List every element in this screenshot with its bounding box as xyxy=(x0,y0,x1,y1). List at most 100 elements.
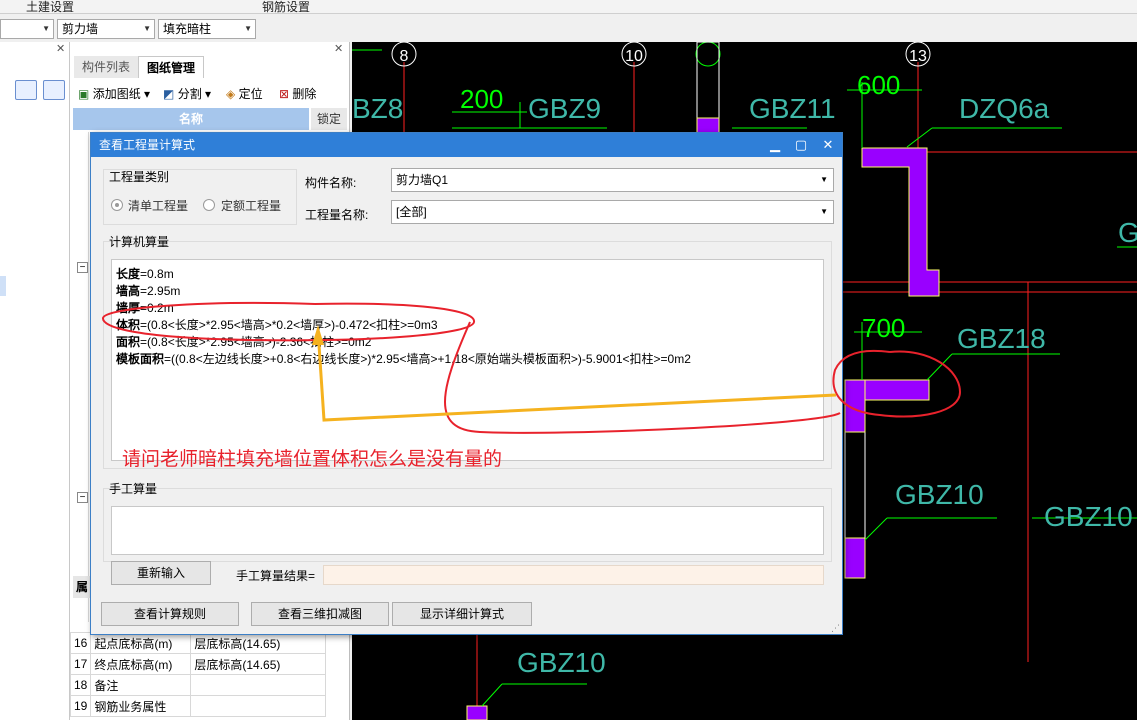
computer-calc-label: 计算机算量 xyxy=(109,235,170,249)
dim-text: 600 xyxy=(857,70,900,100)
add-drawing-button[interactable]: ▣ 添加图纸 ▾ xyxy=(78,84,150,104)
manual-result-field[interactable] xyxy=(323,565,824,585)
close-icon[interactable]: ✕ xyxy=(56,42,65,55)
chevron-down-icon: ▼ xyxy=(820,175,828,184)
wall-segment xyxy=(844,537,866,579)
formula-key: 体积 xyxy=(116,318,141,332)
formula-text-area[interactable]: 长度=0.8m 墙高=2.95m 墙厚=0.2m 体积=(0.8<长度>*2.95<墙… xyxy=(111,259,824,461)
property-row[interactable]: 19 钢筋业务属性 xyxy=(69,695,327,717)
dialog-title[interactable]: 查看工程量计算式 xyxy=(91,133,842,157)
dim-text: 700 xyxy=(862,313,905,343)
add-icon: ▣ xyxy=(78,87,90,101)
maximize-icon[interactable]: ▢ xyxy=(789,133,813,157)
property-name: 备注 xyxy=(90,674,192,696)
locate-button[interactable]: ◈ 定位 xyxy=(226,84,263,104)
view-3d-deduction-button[interactable]: 查看三维扣减图 xyxy=(251,602,389,626)
dim-line xyxy=(864,517,888,541)
split-button[interactable]: ◩ 分割 ▾ xyxy=(163,84,211,104)
formula-value: =((0.8<左边线长度>+0.8<右边线长度>)*2.95<墙高>+1.18<… xyxy=(164,352,691,366)
locate-icon: ◈ xyxy=(226,87,236,101)
column-header-lock[interactable]: 锁定 xyxy=(311,108,347,130)
formula-value: =0.2m xyxy=(140,301,174,315)
cad-label: BZ8 xyxy=(352,93,403,124)
ribbon-tab-rebar[interactable]: 钢筋设置 xyxy=(262,0,310,15)
axis-bubble xyxy=(695,42,721,67)
row-number: 18 xyxy=(69,674,92,696)
wall-segment xyxy=(844,379,866,433)
detail-view-icon[interactable] xyxy=(43,80,65,100)
locate-label: 定位 xyxy=(238,87,263,101)
formula-value: =(0.8<长度>*2.95<墙高>*0.2<墙厚>)-0.472<扣柱>=0m… xyxy=(140,318,438,332)
formula-value: =(0.8<长度>*2.95<墙高>)-2.36<扣柱>=0m2 xyxy=(140,335,372,349)
formula-value: =0.8m xyxy=(140,267,174,281)
formula-line: 墙厚=0.2m xyxy=(116,299,174,316)
close-icon[interactable]: ✕ xyxy=(334,42,343,55)
property-name: 起点底标高(m) xyxy=(90,632,192,654)
ribbon-tab-civil[interactable]: 土建设置 xyxy=(26,0,74,15)
tab-drawing-manager[interactable]: 图纸管理 xyxy=(138,56,205,78)
collapse-icon[interactable]: − xyxy=(77,492,88,503)
radio-list-qty[interactable] xyxy=(111,199,123,211)
comp-name-value: 剪力墙Q1 xyxy=(396,173,449,187)
collapse-icon[interactable]: − xyxy=(77,262,88,273)
radio-quota-qty-label[interactable]: 定额工程量 xyxy=(221,197,281,214)
property-row[interactable]: 16 起点底标高(m) 层底标高(14.65) xyxy=(69,632,327,654)
chevron-down-icon: ▼ xyxy=(820,207,828,216)
radio-quota-qty[interactable] xyxy=(203,199,215,211)
resize-grip-icon[interactable]: ⋰ xyxy=(831,623,840,634)
manual-calc-label: 手工算量 xyxy=(109,482,158,496)
comp-name-select[interactable]: 剪力墙Q1 ▼ xyxy=(391,168,834,192)
formula-key: 长度 xyxy=(116,267,141,281)
ribbon-tab-bar: 土建设置 钢筋设置 xyxy=(0,0,1137,14)
cad-label: GI xyxy=(1118,217,1137,248)
axis-label: 13 xyxy=(909,48,927,65)
type-combo[interactable]: 填充暗柱 ▼ xyxy=(158,19,256,39)
chevron-down-icon: ▼ xyxy=(244,24,252,33)
qty-name-select[interactable]: [全部] ▼ xyxy=(391,200,834,224)
category-combo-value: 剪力墙 xyxy=(62,22,99,36)
column-header-name[interactable]: 名称 xyxy=(73,108,309,130)
split-label: 分割 xyxy=(177,87,202,101)
formula-line: 长度=0.8m xyxy=(116,265,174,282)
property-row[interactable]: 17 终点底标高(m) 层底标高(14.65) xyxy=(69,653,327,675)
property-value[interactable] xyxy=(190,695,327,717)
view-rules-button[interactable]: 查看计算规则 xyxy=(101,602,239,626)
dim-text: 200 xyxy=(460,84,503,114)
delete-button[interactable]: ⊠ 删除 xyxy=(279,84,316,104)
formula-value: =2.95m xyxy=(140,284,181,298)
type-combo-value: 填充暗柱 xyxy=(163,22,212,36)
category-combo[interactable]: 剪力墙 ▼ xyxy=(57,19,155,39)
dim-line xyxy=(481,683,503,707)
list-view-icon[interactable] xyxy=(15,80,37,100)
wall-segment xyxy=(861,147,940,297)
cad-label: GBZ10 xyxy=(517,647,606,678)
delete-label: 删除 xyxy=(292,87,317,101)
qty-name-label: 工程量名称: xyxy=(305,208,369,222)
property-value[interactable]: 层底标高(14.65) xyxy=(190,632,327,654)
floor-combo[interactable]: ▼ xyxy=(0,19,54,39)
chevron-down-icon: ▼ xyxy=(42,24,50,33)
formula-key: 模板面积 xyxy=(116,352,165,366)
radio-list-qty-label[interactable]: 清单工程量 xyxy=(128,197,188,214)
axis-label: 10 xyxy=(625,48,643,65)
comp-name-label: 构件名称: xyxy=(305,176,357,190)
tab-component-list[interactable]: 构件列表 xyxy=(74,56,139,78)
formula-line: 体积=(0.8<长度>*2.95<墙高>*0.2<墙厚>)-0.472<扣柱>=… xyxy=(116,316,438,333)
reenter-button[interactable]: 重新输入 xyxy=(111,561,211,585)
property-name: 终点底标高(m) xyxy=(90,653,192,675)
property-row[interactable]: 18 备注 xyxy=(69,674,327,696)
cad-label: GBZ11 xyxy=(749,93,836,124)
minimize-icon[interactable]: ▁ xyxy=(763,133,787,157)
close-icon[interactable]: ✕ xyxy=(816,133,840,157)
row-number: 16 xyxy=(69,632,92,654)
manual-input-area[interactable] xyxy=(111,506,824,555)
show-detail-formula-button[interactable]: 显示详细计算式 xyxy=(392,602,532,626)
cad-label: GBZ9 xyxy=(528,93,601,124)
properties-table: 16 起点底标高(m) 层底标高(14.65) 17 终点底标高(m) 层底标高(14.6… xyxy=(69,632,327,717)
cad-label: DZQ6a xyxy=(959,93,1050,124)
annotation-question: 请问老师暗柱填充墙位置体积怎么是没有量的 xyxy=(122,449,503,470)
property-value[interactable]: 层底标高(14.65) xyxy=(190,653,327,675)
property-value[interactable] xyxy=(190,674,327,696)
axis-label: 8 xyxy=(400,48,409,65)
chevron-down-icon: ▼ xyxy=(143,24,151,33)
